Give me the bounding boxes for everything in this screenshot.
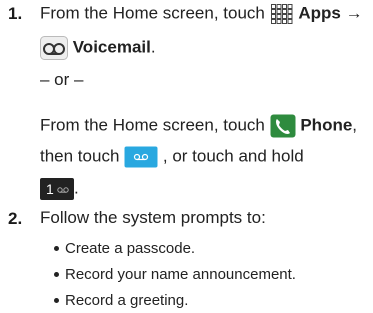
step-2-text: Follow the system prompts to: — [40, 208, 266, 227]
phone-icon — [270, 114, 296, 138]
or-separator: – or – — [40, 70, 84, 89]
text: , — [352, 115, 358, 135]
phone-label: Phone — [300, 115, 353, 135]
step-1-line-5: then touch , or touch and hold — [40, 146, 304, 168]
voicemail-icon — [40, 36, 68, 60]
step-number: 2. — [8, 209, 23, 228]
step-1-line-2: Voicemail. — [40, 36, 156, 60]
step-1-line-4: From the Home screen, touch Phone, — [40, 114, 357, 138]
step-1-line-6: 1 . — [40, 178, 79, 200]
text: . — [74, 178, 79, 198]
list-item: Record your name announcement. — [54, 266, 296, 284]
text: then touch — [40, 146, 120, 166]
text: . — [150, 37, 156, 57]
text: , or touch and hold — [162, 146, 304, 166]
bullet-icon — [54, 245, 59, 251]
voicemail-label: Voicemail — [72, 37, 151, 57]
step-1-line-1: From the Home screen, touch Apps → — [40, 3, 363, 25]
list-item: Create a passcode. — [54, 240, 195, 258]
text: From the Home screen, touch — [40, 115, 265, 135]
bullet-icon — [54, 297, 59, 303]
voicemail-button-icon — [124, 146, 158, 168]
list-item: Record a greeting. — [54, 292, 188, 310]
voicemail-icon — [57, 187, 69, 193]
arrow: → — [345, 3, 363, 23]
text: From the Home screen, touch — [40, 3, 265, 23]
bullet-icon — [54, 271, 59, 277]
dial-key-1-icon: 1 — [40, 178, 74, 200]
apps-label: Apps — [298, 3, 341, 23]
dial-key-label: 1 — [46, 181, 54, 197]
apps-grid-icon — [270, 4, 293, 24]
step-number: 1. — [8, 4, 23, 23]
